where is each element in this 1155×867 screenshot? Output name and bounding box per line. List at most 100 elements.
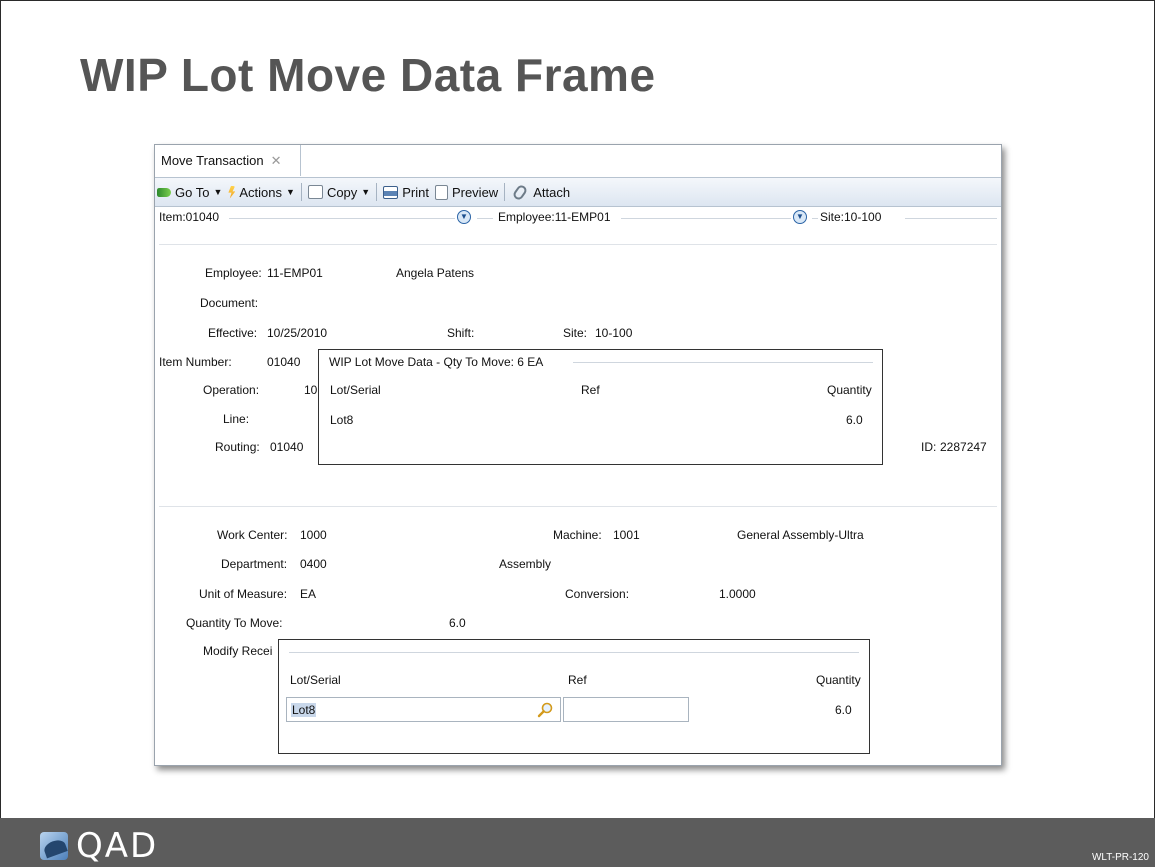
expand-item-icon[interactable]: ▼: [457, 210, 471, 224]
summary-bar: Item:01040 ▼ Employee:11-EMP01 ▼ Site:10…: [155, 206, 1001, 228]
section-divider: [159, 506, 997, 507]
wip-col-ref: Ref: [581, 383, 600, 397]
printer-icon: [383, 185, 399, 199]
copy-label: Copy: [326, 184, 358, 200]
lot-serial-input[interactable]: Lot8: [286, 697, 561, 722]
receipt-col-quantity: Quantity: [816, 673, 861, 687]
work-center-label: Work Center:: [217, 528, 288, 542]
routing-label: Routing:: [215, 440, 260, 454]
wip-lot-move-popup: WIP Lot Move Data - Qty To Move: 6 EA Lo…: [318, 349, 883, 465]
machine-value[interactable]: 1001: [613, 528, 640, 542]
wip-col-lot-serial: Lot/Serial: [330, 383, 381, 397]
summary-line: [812, 218, 818, 219]
summary-line: [229, 218, 455, 219]
actions-label: Actions: [239, 184, 283, 200]
lookup-magnifier-icon[interactable]: [537, 701, 554, 718]
department-desc: Assembly: [499, 557, 552, 571]
receipt-col-ref: Ref: [568, 673, 587, 687]
id-label: ID:: [921, 440, 937, 454]
site-value[interactable]: 10-100: [595, 326, 632, 340]
ref-input[interactable]: [563, 697, 689, 722]
slide-code: WLT-PR-120: [1091, 852, 1149, 863]
effective-label: Effective:: [208, 326, 258, 340]
tab-label: Move Transaction: [161, 153, 264, 168]
department-label: Department:: [221, 557, 288, 571]
lot-serial-value: Lot8: [291, 703, 317, 717]
tab-bar: Move Transaction ✕: [155, 145, 1001, 178]
wip-popup-caption-line: [573, 362, 873, 363]
summary-employee: Employee:11-EMP01: [498, 210, 611, 224]
lightning-icon: [228, 185, 236, 199]
section-divider: [159, 244, 997, 245]
toolbar-separator: [376, 183, 378, 201]
modify-receipt-label: Modify Recei: [203, 644, 273, 658]
qad-logo-text: QAD: [76, 826, 159, 866]
tab-move-transaction[interactable]: Move Transaction ✕: [155, 145, 301, 176]
conversion-label: Conversion:: [565, 587, 630, 601]
receipt-quantity-value[interactable]: 6.0: [835, 703, 852, 717]
shift-label: Shift:: [447, 326, 475, 340]
document-label: Document:: [200, 296, 259, 310]
operation-value[interactable]: 10: [304, 383, 317, 397]
qty-to-move-label: Quantity To Move:: [186, 616, 283, 630]
chevron-down-icon: ▼: [286, 187, 295, 197]
receipt-col-lot-serial: Lot/Serial: [290, 673, 341, 687]
attach-label: Attach: [533, 184, 571, 200]
conversion-value[interactable]: 1.0000: [719, 587, 756, 601]
toolbar-separator: [504, 183, 506, 201]
preview-icon: [434, 184, 448, 200]
footer-bar: QAD WLT-PR-120: [0, 818, 1155, 867]
uom-value[interactable]: EA: [300, 587, 316, 601]
effective-value[interactable]: 10/25/2010: [267, 326, 327, 340]
item-number-label: Item Number:: [159, 355, 232, 369]
print-label: Print: [402, 184, 429, 200]
toolbar: Go To ▼ Actions ▼ Copy ▼ Print Preview Atta…: [155, 178, 1001, 207]
summary-line: [621, 218, 791, 219]
work-center-value[interactable]: 1000: [300, 528, 327, 542]
move-transaction-window: Move Transaction ✕ Go To ▼ Actions ▼ Copy ▼…: [154, 144, 1002, 766]
chevron-down-icon: ▼: [213, 187, 223, 197]
goto-arrow-icon: [157, 187, 171, 197]
department-value[interactable]: 0400: [300, 557, 327, 571]
wip-popup-caption: WIP Lot Move Data - Qty To Move: 6 EA: [329, 355, 544, 369]
paperclip-icon: [511, 182, 529, 202]
line-label: Line:: [223, 412, 250, 426]
preview-label: Preview: [451, 184, 499, 200]
summary-item: Item:01040: [159, 210, 220, 224]
qty-to-move-value[interactable]: 6.0: [449, 616, 466, 630]
item-number-value[interactable]: 01040: [267, 355, 300, 369]
attach-button[interactable]: Attach: [511, 182, 571, 202]
receipt-popup-caption-line: [289, 652, 859, 653]
summary-line: [477, 218, 493, 219]
employee-name: Angela Patens: [396, 266, 475, 280]
wip-col-quantity: Quantity: [827, 383, 872, 397]
slide-title: WIP Lot Move Data Frame: [80, 49, 656, 101]
wip-row-quantity[interactable]: 6.0: [846, 413, 863, 427]
actions-button[interactable]: Actions ▼: [228, 185, 295, 200]
toolbar-separator: [300, 183, 302, 201]
employee-value[interactable]: 11-EMP01: [267, 266, 323, 280]
site-label: Site:: [563, 326, 588, 340]
chevron-down-icon: ▼: [361, 187, 371, 197]
copy-icon: [307, 185, 323, 199]
qad-logo: QAD: [40, 826, 158, 866]
receipt-lot-popup: Lot/Serial Ref Quantity Lot8 6.0: [278, 639, 870, 754]
qad-logo-icon: [40, 832, 68, 860]
copy-button[interactable]: Copy ▼: [307, 184, 371, 200]
machine-label: Machine:: [553, 528, 602, 542]
routing-value[interactable]: 01040: [270, 440, 303, 454]
expand-employee-icon[interactable]: ▼: [793, 210, 807, 224]
goto-button[interactable]: Go To ▼: [157, 185, 222, 200]
uom-label: Unit of Measure:: [199, 587, 288, 601]
employee-label: Employee:: [205, 266, 262, 280]
wip-row-lot[interactable]: Lot8: [330, 413, 353, 427]
print-button[interactable]: Print: [383, 185, 429, 200]
preview-button[interactable]: Preview: [434, 184, 499, 200]
operation-label: Operation:: [203, 383, 260, 397]
close-icon[interactable]: ✕: [271, 153, 282, 169]
machine-desc: General Assembly-Ultra: [737, 528, 864, 542]
summary-site: Site:10-100: [820, 210, 882, 224]
summary-line: [905, 218, 997, 219]
id-value: 2287247: [940, 440, 987, 454]
goto-label: Go To: [175, 184, 210, 200]
